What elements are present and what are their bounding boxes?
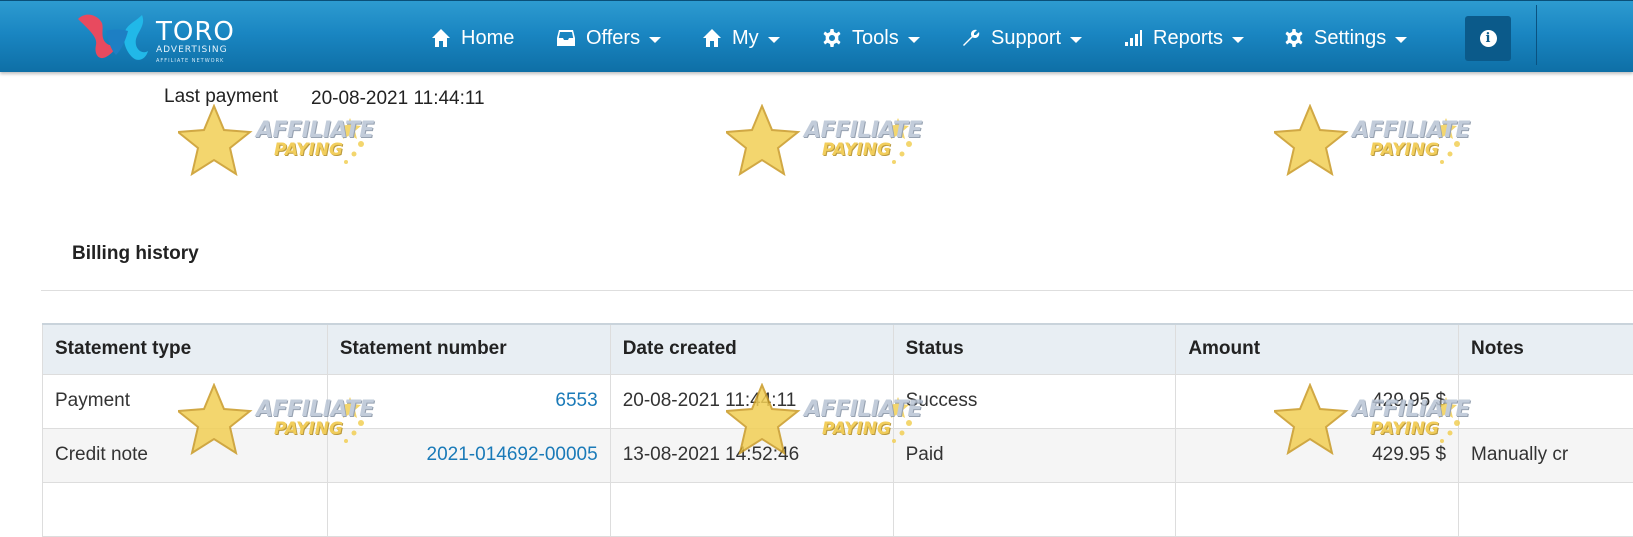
- cell-notes: Manually cr: [1459, 428, 1633, 482]
- info-button[interactable]: i: [1465, 16, 1511, 61]
- column-header-amount[interactable]: Amount: [1176, 324, 1459, 374]
- table-row: Credit note 2021-014692-00005 13-08-2021…: [43, 428, 1633, 482]
- table-row: Payment 6553 20-08-2021 11:44:11 Success…: [43, 374, 1633, 428]
- billing-history-title: Billing history: [72, 243, 199, 265]
- watermark-logo: AFFILIATE PAYING: [726, 104, 926, 184]
- cell-notes: [1459, 374, 1633, 428]
- brand-logo[interactable]: TORO ADVERTISING AFFILIATE NETWORK: [76, 9, 226, 65]
- nav-tools[interactable]: Tools: [822, 23, 920, 53]
- brand-name: TORO: [156, 17, 235, 47]
- navbar-divider: [1536, 5, 1537, 65]
- statement-number-link[interactable]: 2021-014692-00005: [427, 444, 598, 465]
- cell-date-created: 13-08-2021 14:52:46: [610, 428, 893, 482]
- gear-icon: [822, 28, 842, 48]
- chevron-down-icon: [908, 37, 920, 43]
- star-icon: [1274, 104, 1474, 184]
- nav-settings-label: Settings: [1314, 27, 1386, 50]
- chevron-down-icon: [1395, 37, 1407, 43]
- table-header-row: Statement type Statement number Date cre…: [43, 324, 1633, 374]
- last-payment-label: Last payment: [164, 86, 278, 108]
- chevron-down-icon: [1070, 37, 1082, 43]
- star-icon: [726, 104, 926, 184]
- star-icon: [178, 104, 378, 184]
- cell-status: Paid: [893, 428, 1176, 482]
- top-navbar: TORO ADVERTISING AFFILIATE NETWORK Home …: [0, 0, 1633, 72]
- cell-statement-number: 6553: [327, 374, 610, 428]
- brand-tagline: AFFILIATE NETWORK: [156, 58, 224, 64]
- bull-logo-icon: [76, 9, 156, 65]
- nav-offers[interactable]: Offers: [556, 23, 661, 53]
- nav-settings[interactable]: Settings: [1284, 23, 1407, 53]
- cell-amount: 429.95 $: [1176, 374, 1459, 428]
- billing-history-table: Statement type Statement number Date cre…: [42, 323, 1633, 537]
- cell-statement-number: [327, 482, 610, 536]
- column-header-status[interactable]: Status: [893, 324, 1176, 374]
- info-icon: i: [1480, 30, 1497, 47]
- brand-subtitle: ADVERTISING: [156, 45, 228, 55]
- table-row: [43, 482, 1633, 536]
- nav-my-label: My: [732, 27, 759, 50]
- nav-support[interactable]: Support: [961, 23, 1082, 53]
- watermark-line1: AFFILIATE: [804, 118, 922, 143]
- cell-notes: [1459, 482, 1633, 536]
- inbox-icon: [556, 28, 576, 48]
- cell-statement-type: Credit note: [43, 428, 328, 482]
- cell-status: [893, 482, 1176, 536]
- chevron-down-icon: [768, 37, 780, 43]
- watermark-line2: PAYING: [1370, 140, 1439, 160]
- cell-statement-number: 2021-014692-00005: [327, 428, 610, 482]
- column-header-statement-type[interactable]: Statement type: [43, 324, 328, 374]
- cell-amount: 429.95 $: [1176, 428, 1459, 482]
- wrench-icon: [961, 28, 981, 48]
- watermark-line1: AFFILIATE: [1352, 118, 1470, 143]
- column-header-notes[interactable]: Notes: [1459, 324, 1633, 374]
- column-header-date-created[interactable]: Date created: [610, 324, 893, 374]
- nav-tools-label: Tools: [852, 27, 899, 50]
- cell-amount: [1176, 482, 1459, 536]
- last-payment-value: 20-08-2021 11:44:11: [311, 88, 485, 110]
- watermark-line2: PAYING: [274, 140, 343, 160]
- nav-home-label: Home: [461, 27, 514, 50]
- gear-icon: [1284, 28, 1304, 48]
- column-header-statement-number[interactable]: Statement number: [327, 324, 610, 374]
- cell-statement-type: Payment: [43, 374, 328, 428]
- cell-date-created: 20-08-2021 11:44:11: [610, 374, 893, 428]
- chevron-down-icon: [649, 37, 661, 43]
- home-icon: [702, 28, 722, 48]
- chevron-down-icon: [1232, 37, 1244, 43]
- nav-support-label: Support: [991, 27, 1061, 50]
- watermark-line1: AFFILIATE: [256, 118, 374, 143]
- watermark-logo: AFFILIATE PAYING: [1274, 104, 1474, 184]
- watermark-logo: AFFILIATE PAYING: [178, 104, 378, 184]
- section-divider: [41, 290, 1633, 291]
- watermark-line2: PAYING: [822, 140, 891, 160]
- cell-statement-type: [43, 482, 328, 536]
- cell-status: Success: [893, 374, 1176, 428]
- nav-reports[interactable]: Reports: [1123, 23, 1244, 53]
- cell-date-created: [610, 482, 893, 536]
- nav-offers-label: Offers: [586, 27, 640, 50]
- statement-number-link[interactable]: 6553: [555, 390, 597, 411]
- nav-home[interactable]: Home: [431, 23, 514, 53]
- signal-icon: [1123, 28, 1143, 48]
- nav-my[interactable]: My: [702, 23, 780, 53]
- home-icon: [431, 28, 451, 48]
- nav-reports-label: Reports: [1153, 27, 1223, 50]
